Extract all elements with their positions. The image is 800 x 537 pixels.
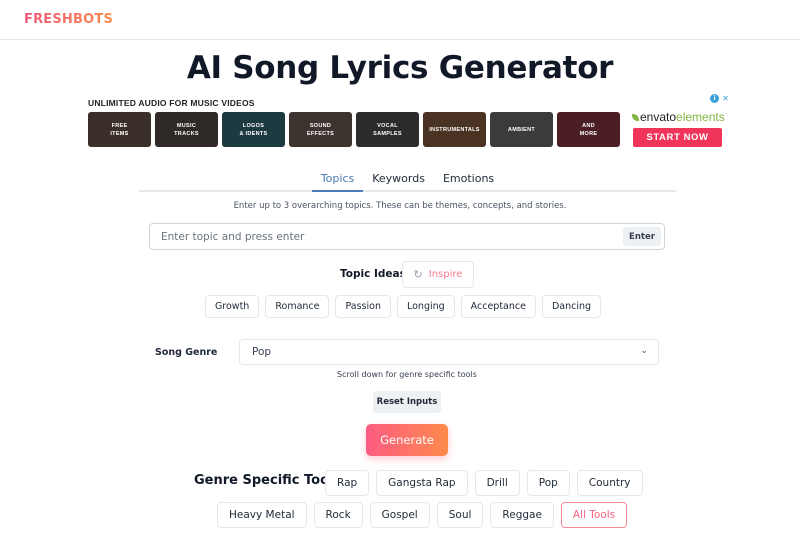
ad-tile[interactable]: MUSIC TRACKS xyxy=(155,112,218,147)
ad-banner[interactable]: UNLIMITED AUDIO FOR MUSIC VIDEOS i ✕ FRE… xyxy=(86,92,736,152)
genre-tool-gospel[interactable]: Gospel xyxy=(369,502,430,528)
genre-tool-country[interactable]: Country xyxy=(576,470,643,496)
topic-input-group: Enter xyxy=(149,223,665,250)
ad-tile[interactable]: FREE ITEMS xyxy=(88,112,151,147)
refresh-icon: ↻ xyxy=(413,268,423,281)
genre-tools-row-2: Heavy Metal Rock Gospel Soul Reggae All … xyxy=(217,502,628,528)
genre-hint: Scroll down for genre specific tools xyxy=(337,370,477,379)
reset-inputs-button[interactable]: Reset Inputs xyxy=(373,391,441,413)
topic-ideas-label: Topic Ideas xyxy=(340,268,406,280)
genre-tool-drill[interactable]: Drill xyxy=(474,470,520,496)
ad-tile-label: SAMPLES xyxy=(373,130,402,137)
genre-tool-soul[interactable]: Soul xyxy=(436,502,484,528)
close-icon[interactable]: ✕ xyxy=(721,94,730,103)
inspire-button[interactable]: ↻ Inspire xyxy=(402,261,474,288)
ad-tile[interactable]: LOGOS & IDENTS xyxy=(222,112,285,147)
ad-tile-label: SOUND xyxy=(309,122,332,129)
topic-idea-chip[interactable]: Longing xyxy=(396,295,455,318)
chevron-down-icon: ⌄ xyxy=(640,346,648,356)
genre-tool-rock[interactable]: Rock xyxy=(313,502,363,528)
genre-tool-heavy-metal[interactable]: Heavy Metal xyxy=(217,502,307,528)
freshbots-logo[interactable]: FRESHBOTS xyxy=(24,12,113,27)
ad-controls: i ✕ xyxy=(710,94,730,103)
genre-tools-row-1: Rap Gangsta Rap Drill Pop Country xyxy=(325,470,643,496)
genre-tool-rap[interactable]: Rap xyxy=(325,470,370,496)
topic-idea-chip[interactable]: Romance xyxy=(265,295,330,318)
song-genre-value: Pop xyxy=(252,346,272,358)
ad-tile[interactable]: AND MORE xyxy=(557,112,620,147)
tab-emotions[interactable]: Emotions xyxy=(434,168,503,192)
top-nav-bar: FRESHBOTS xyxy=(0,0,800,40)
topic-ideas-list: Growth Romance Passion Longing Acceptanc… xyxy=(0,295,800,318)
ad-tile-label: LOGOS xyxy=(242,122,265,129)
page-title: AI Song Lyrics Generator xyxy=(186,50,614,86)
enter-button[interactable]: Enter xyxy=(623,227,661,246)
ad-tile-label: MUSIC xyxy=(176,122,197,129)
info-icon[interactable]: i xyxy=(710,94,719,103)
genre-tool-reggae[interactable]: Reggae xyxy=(490,502,554,528)
ad-tile-label: AMBIENT xyxy=(507,126,536,133)
song-genre-select[interactable]: Pop ⌄ xyxy=(239,339,659,365)
genre-tool-pop[interactable]: Pop xyxy=(526,470,570,496)
topic-idea-chip[interactable]: Acceptance xyxy=(460,295,536,318)
ad-tile-label: TRACKS xyxy=(174,130,199,137)
leaf-icon xyxy=(632,114,639,121)
tab-topics[interactable]: Topics xyxy=(311,168,364,192)
genre-tools-heading: Genre Specific Tools xyxy=(194,473,342,488)
ad-tile-label: & IDENTS xyxy=(239,130,268,137)
genre-tool-gangsta-rap[interactable]: Gangsta Rap xyxy=(376,470,468,496)
inspire-label: Inspire xyxy=(428,269,463,280)
brand-envato: envato xyxy=(640,110,677,124)
ad-tile-label: FREE xyxy=(111,122,128,129)
topic-idea-chip[interactable]: Growth xyxy=(204,295,260,318)
ad-tile-label: INSTRUMENTALS xyxy=(429,126,480,133)
topic-input[interactable] xyxy=(150,224,620,249)
input-tabs: Topics Keywords Emotions xyxy=(139,168,676,192)
all-tools-button[interactable]: All Tools xyxy=(560,502,628,528)
ad-tile[interactable]: SOUND EFFECTS xyxy=(289,112,352,147)
start-now-button[interactable]: START NOW xyxy=(633,128,722,147)
ad-tile-label: VOCAL xyxy=(377,122,398,129)
ad-tile[interactable]: AMBIENT xyxy=(490,112,553,147)
ad-tile[interactable]: INSTRUMENTALS xyxy=(423,112,486,147)
generate-button[interactable]: Generate xyxy=(366,424,448,456)
tab-keywords[interactable]: Keywords xyxy=(363,168,434,192)
topic-idea-chip[interactable]: Dancing xyxy=(541,295,602,318)
ad-tile-label: ITEMS xyxy=(110,130,129,137)
ad-tile-label: MORE xyxy=(579,130,598,137)
brand-elements: elements xyxy=(676,110,725,124)
topic-idea-chip[interactable]: Passion xyxy=(335,295,391,318)
song-genre-label: Song Genre xyxy=(155,347,218,358)
ad-tiles: FREE ITEMS MUSIC TRACKS LOGOS & IDENTS SOUN… xyxy=(88,112,620,147)
ad-tile-label: EFFECTS xyxy=(306,130,335,137)
envato-elements-logo[interactable]: envatoelements xyxy=(632,110,725,124)
ad-tile[interactable]: VOCAL SAMPLES xyxy=(356,112,419,147)
ad-title: UNLIMITED AUDIO FOR MUSIC VIDEOS xyxy=(88,98,255,108)
topics-hint: Enter up to 3 overarching topics. These … xyxy=(233,201,567,211)
ad-tile-label: AND xyxy=(582,122,595,129)
